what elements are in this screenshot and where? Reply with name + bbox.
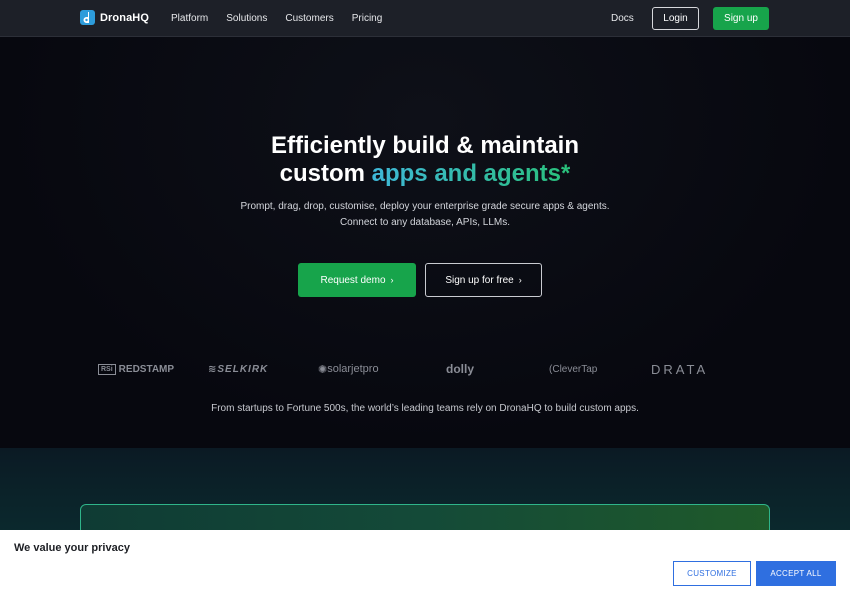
sun-icon: ✺ (318, 363, 328, 376)
logo-dolly-text: dolly (446, 362, 475, 376)
nav-links: Platform Solutions Customers Pricing (171, 0, 400, 37)
request-demo-label: Request demo (320, 274, 386, 286)
logo-solarjetpro: ✺ solarjetpro (318, 357, 379, 381)
logo-drata: DRATA (651, 357, 708, 381)
hero-title: Efficiently build & maintain custom apps… (0, 132, 850, 188)
signup-button[interactable]: Sign up (713, 7, 769, 30)
hero-subtitle-line1: Prompt, drag, drop, customise, deploy yo… (240, 201, 610, 212)
logo-redstamp: RSi REDSTAMP (98, 357, 174, 381)
hero-title-line1: Efficiently build & maintain (270, 132, 580, 159)
chevron-right-icon: › (518, 275, 522, 285)
logo-clevertap: ( CleverTap (549, 357, 597, 381)
customize-button[interactable]: CUSTOMIZE (673, 561, 751, 586)
accept-all-button[interactable]: ACCEPT ALL (756, 561, 836, 586)
selkirk-mark-icon: ≋ (208, 363, 218, 375)
trust-statement: From startups to Fortune 500s, the world… (211, 403, 639, 414)
logo-solarjetpro-text: solarjetpro (327, 363, 379, 375)
logo-selkirk: ≋ SELKIRK (208, 357, 268, 381)
nav-link-customers[interactable]: Customers (285, 13, 333, 24)
brand[interactable]: DronaHQ (80, 10, 149, 25)
nav-link-solutions[interactable]: Solutions (226, 13, 267, 24)
signup-free-label: Sign up for free (445, 274, 514, 286)
hero-section: Efficiently build & maintain custom apps… (0, 37, 850, 448)
logo-clevertap-text: CleverTap (552, 363, 598, 375)
logo-drata-text: DRATA (651, 361, 709, 377)
nav-link-platform[interactable]: Platform (171, 13, 208, 24)
cookie-banner: We value your privacy CUSTOMIZE ACCEPT A… (0, 530, 850, 596)
hero-subtitle-line2: Connect to any database, APIs, LLMs. (339, 217, 511, 228)
top-navbar: DronaHQ Platform Solutions Customers Pri… (0, 0, 850, 37)
brand-name: DronaHQ (100, 11, 149, 24)
hero-title-accent: apps and agents* (371, 160, 571, 187)
cookie-title: We value your privacy (14, 542, 130, 554)
customer-logos: RSi REDSTAMP ≋ SELKIRK ✺ solarjetpro dol… (0, 357, 850, 381)
hero-title-prefix: custom (279, 160, 372, 187)
nav-link-docs[interactable]: Docs (611, 13, 634, 24)
signup-free-button[interactable]: Sign up for free › (425, 263, 542, 297)
hero-subtitle: Prompt, drag, drop, customise, deploy yo… (0, 199, 850, 231)
logo-dolly: dolly (446, 357, 474, 381)
login-button[interactable]: Login (652, 7, 699, 30)
hero-title-line2: custom apps and agents* (0, 160, 850, 188)
logo-selkirk-text: SELKIRK (217, 363, 269, 375)
nav-link-pricing[interactable]: Pricing (352, 13, 383, 24)
logo-redstamp-text: REDSTAMP (118, 363, 175, 375)
chevron-right-icon: › (390, 275, 394, 285)
redstamp-mark-icon: RSi (98, 363, 116, 375)
dronahq-logo-icon (80, 10, 95, 25)
request-demo-button[interactable]: Request demo › (298, 263, 416, 297)
